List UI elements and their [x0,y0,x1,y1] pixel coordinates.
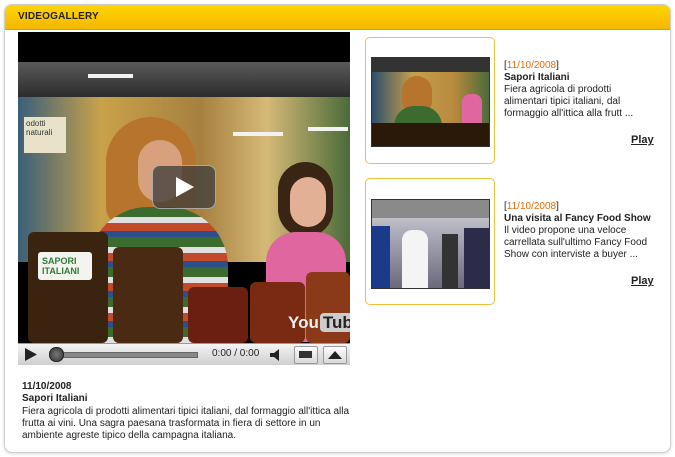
jar [28,232,108,343]
seek-handle[interactable] [49,347,64,362]
person-face [290,177,326,227]
playlist-play-link[interactable]: Play [631,134,654,146]
jar [188,287,248,343]
play-icon [176,177,194,197]
ceiling-light [233,132,283,136]
thumb-jars [372,123,489,146]
jar-label-text: SAPORI ITALIANI [42,256,80,276]
main-video-title: Sapori Italiani [22,393,88,404]
panel-header [5,5,670,30]
play-icon[interactable] [24,348,38,361]
youtube-logo-tube: Tube [319,313,350,332]
jar [113,247,183,343]
thumb-person-body [464,228,489,288]
playlist-thumbnail[interactable] [371,57,490,147]
playlist-item-date: [11/10/2008] [504,201,559,212]
main-video-date: 11/10/2008 [22,381,72,392]
scene-ceiling [18,62,350,97]
youtube-logo[interactable]: YouTube [288,313,350,333]
thumb-ceiling [372,200,489,218]
player-controls: 0:00 / 0:00 [18,343,350,365]
video-player[interactable]: odotti naturali SAPORI ITALIANI YouTube … [18,32,350,365]
playlist-play-link[interactable]: Play [631,275,654,287]
playlist-item-date: [11/10/2008] [504,60,559,71]
thumb-person-body [442,234,458,288]
panel-title: VIDEOGALLERY [18,11,99,22]
chevron-up-icon [328,351,342,359]
youtube-logo-you: You [288,313,319,332]
stand-sign: odotti naturali [24,117,66,153]
main-video-description: Fiera agricola di prodotti alimentari ti… [22,406,350,441]
menu-toggle-button[interactable] [323,346,347,364]
thumb-person-body [402,230,428,288]
playlist-item-description: Il video propone una veloce carrellata s… [504,225,648,260]
playlist-item-title[interactable]: Una visita al Fancy Food Show [504,213,651,224]
thumb-banner [372,226,390,288]
big-play-button[interactable] [152,165,216,209]
window-icon [299,351,312,358]
volume-icon[interactable] [270,349,284,361]
playlist-item-title[interactable]: Sapori Italiani [504,72,570,83]
video-frame[interactable]: odotti naturali SAPORI ITALIANI YouTube [18,32,350,343]
thumb-ceiling [372,58,489,72]
seek-bar[interactable] [62,352,198,358]
playlist-thumbnail[interactable] [371,199,490,289]
ceiling-light [308,127,348,131]
playlist-item-description: Fiera agricola di prodotti alimentari ti… [504,84,634,119]
ceiling-light [88,74,133,78]
time-display: 0:00 / 0:00 [212,348,260,359]
size-toggle-button[interactable] [294,346,318,364]
